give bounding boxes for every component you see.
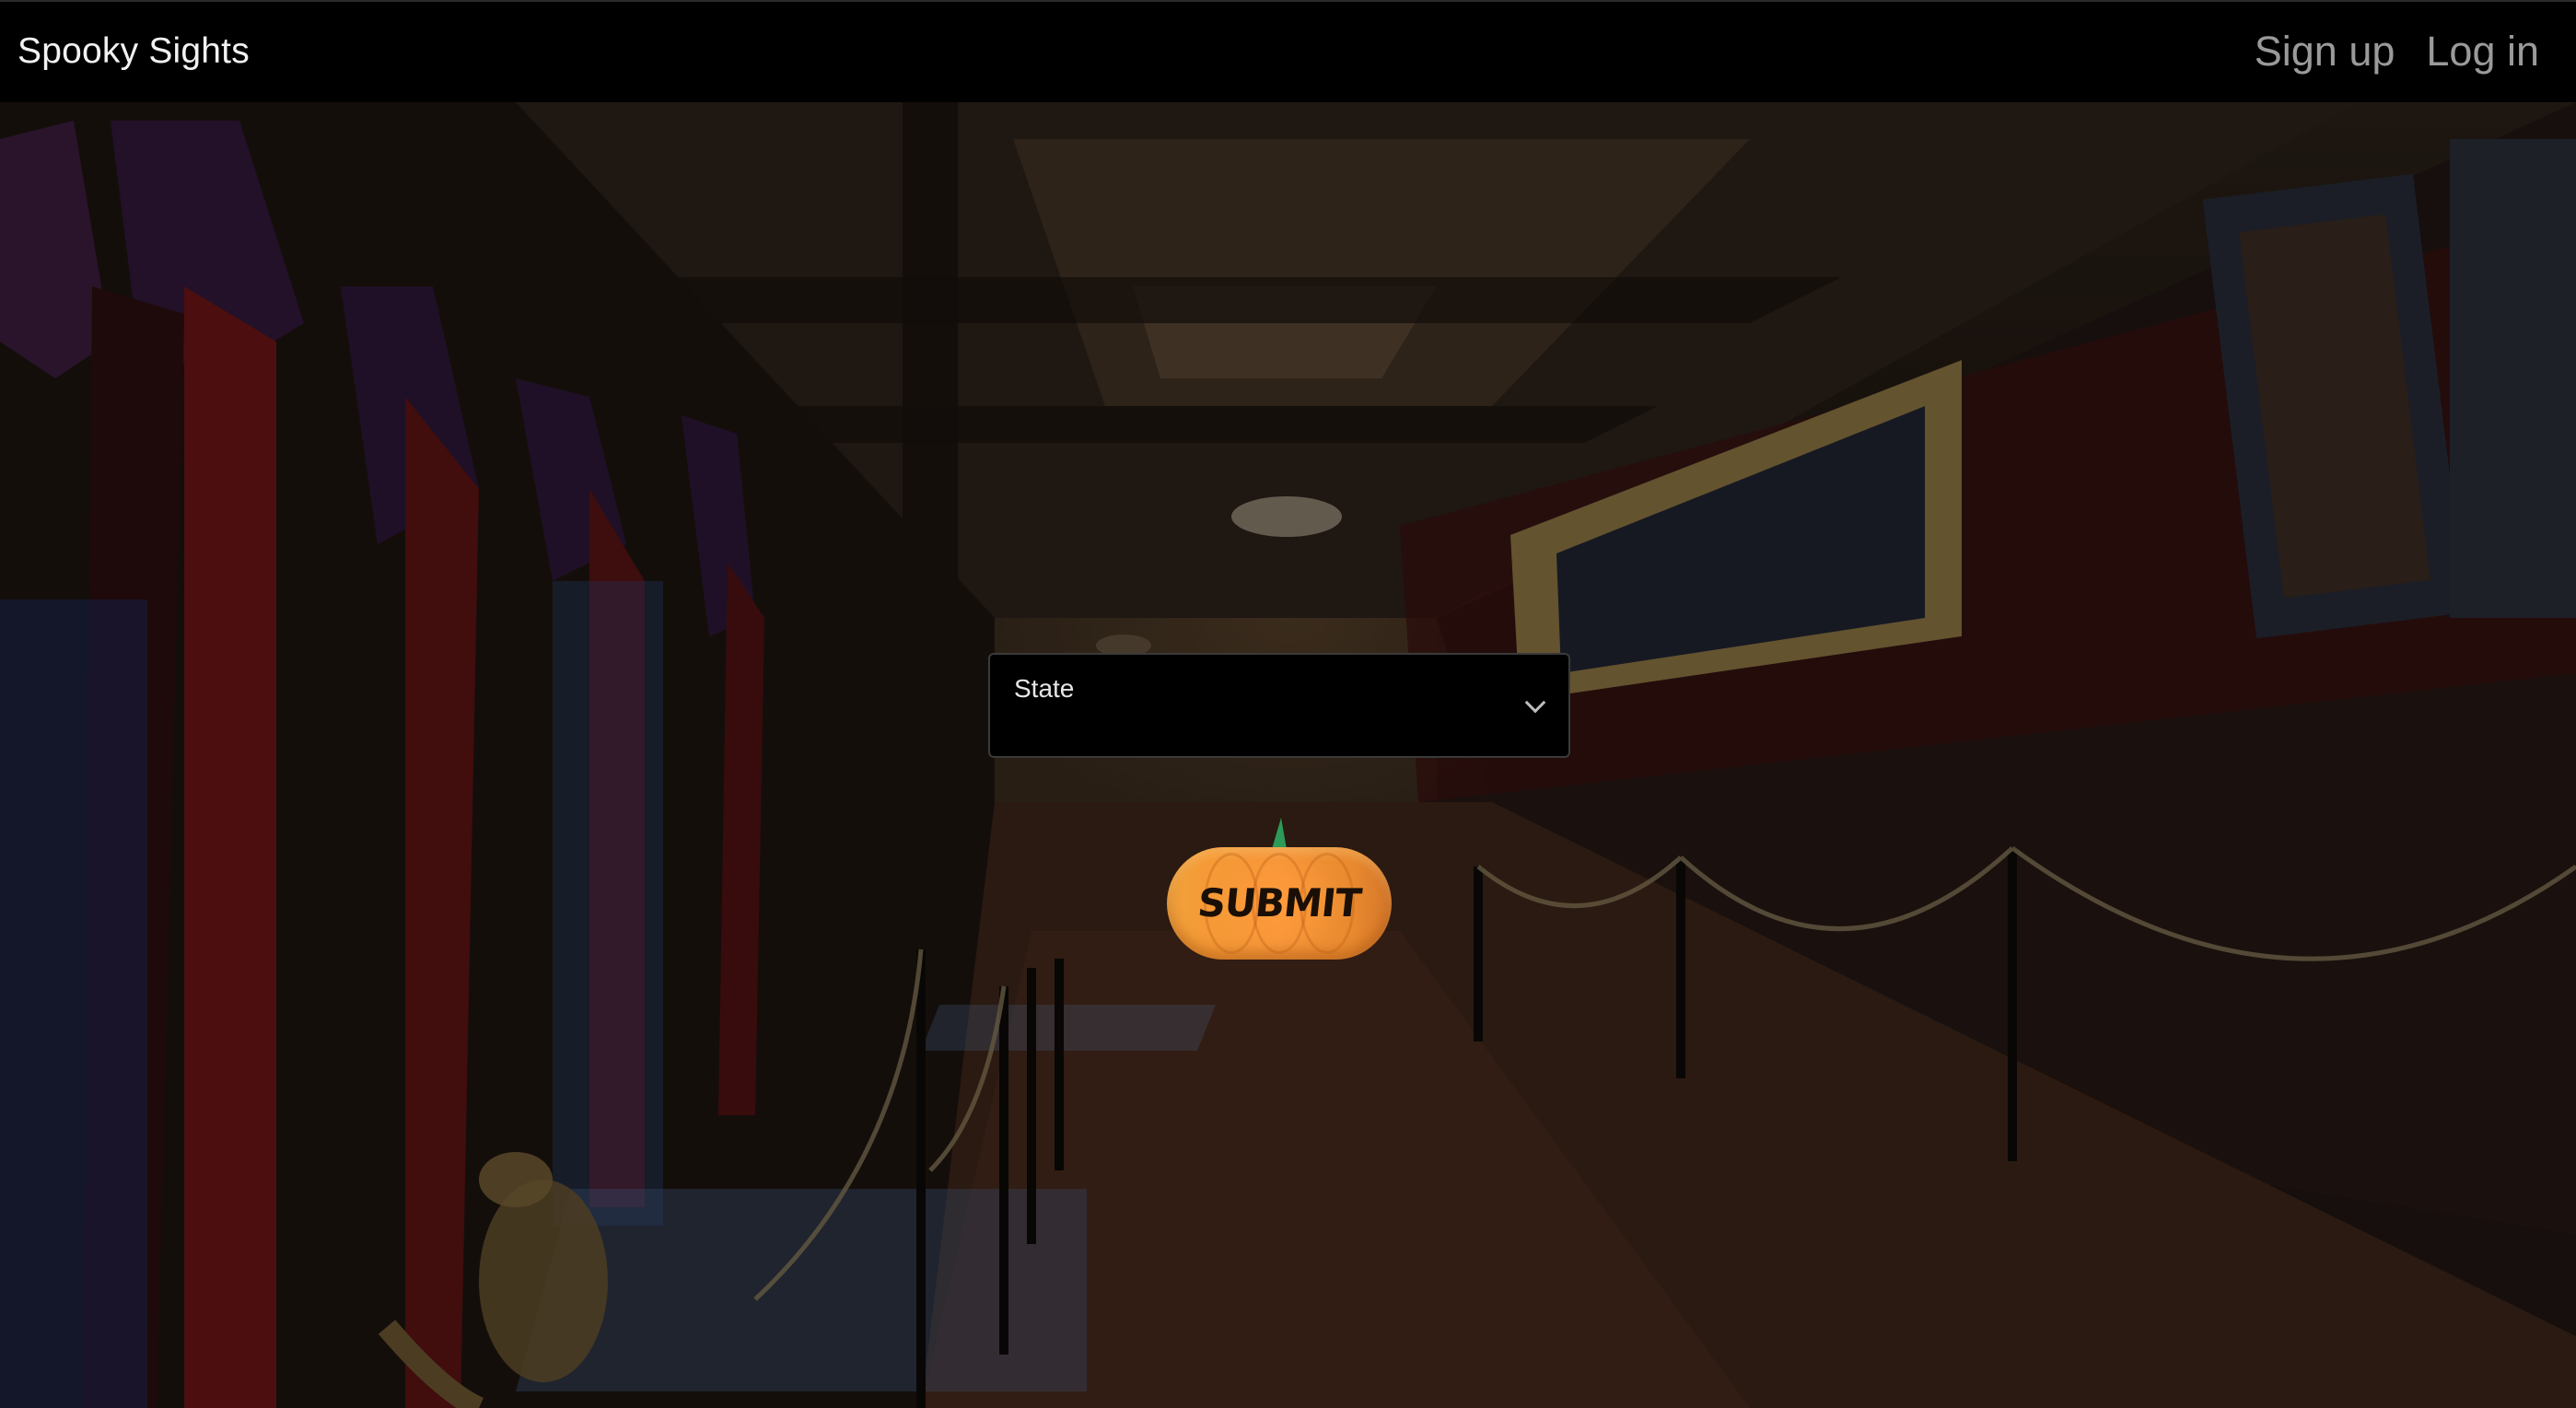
top-navbar: Spooky Sights Sign up Log in (0, 0, 2576, 102)
page: Spooky Sights Sign up Log in State SUBMI… (0, 0, 2576, 1408)
submit-button-label: SUBMIT (1195, 880, 1363, 925)
pumpkin-stem-icon (1272, 818, 1287, 849)
signup-link[interactable]: Sign up (2255, 28, 2395, 76)
state-select[interactable]: State (988, 653, 1570, 758)
submit-button[interactable]: SUBMIT (1167, 818, 1392, 960)
nav-links: Sign up Log in (2255, 28, 2539, 76)
brand-logo-text[interactable]: Spooky Sights (17, 31, 250, 72)
login-link[interactable]: Log in (2426, 28, 2539, 76)
chevron-down-icon (1524, 692, 1546, 714)
state-select-label: State (1014, 674, 1075, 703)
